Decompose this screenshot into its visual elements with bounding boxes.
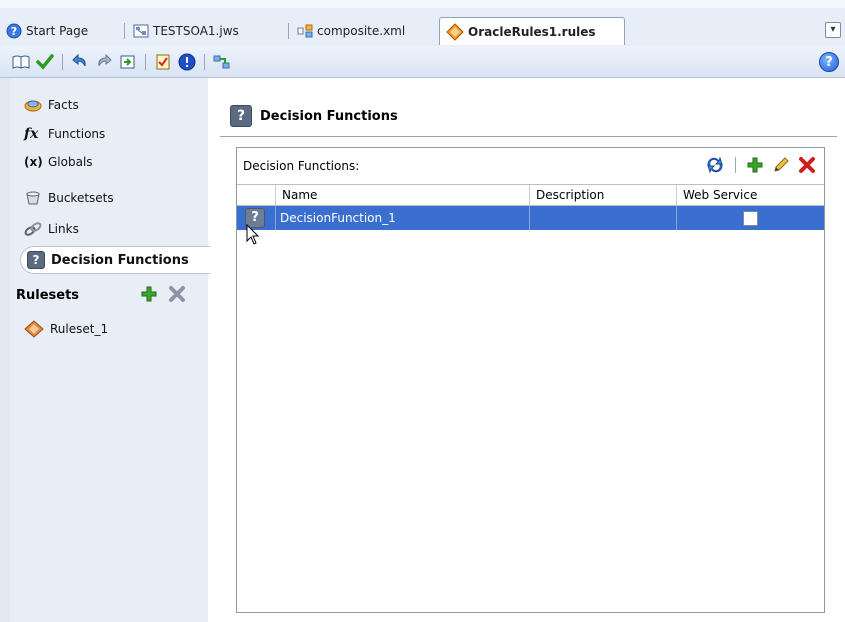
- decision-function-icon: ?: [27, 251, 45, 269]
- tab-label: Start Page: [26, 24, 89, 38]
- rules-diamond-icon: [446, 22, 464, 41]
- tab-oraclerules1-rules[interactable]: OracleRules1.rules: [439, 17, 625, 45]
- checklist-icon[interactable]: [154, 53, 172, 71]
- nav-item-globals[interactable]: (x) Globals: [24, 151, 93, 173]
- nav-item-facts[interactable]: Facts: [24, 94, 79, 116]
- facts-icon: [24, 100, 42, 112]
- ruleset-icon: [24, 320, 44, 338]
- book-icon[interactable]: [12, 53, 30, 71]
- generate-sdk-icon[interactable]: [213, 53, 231, 71]
- refresh-icon[interactable]: [705, 156, 725, 174]
- svg-text:?: ?: [11, 25, 17, 38]
- nav-item-links[interactable]: Links: [24, 218, 79, 240]
- nav-label: Ruleset_1: [50, 322, 109, 336]
- table-header: Name Description Web Service: [237, 184, 824, 206]
- toolbar-separator: [145, 53, 146, 70]
- add-ruleset-icon[interactable]: [140, 285, 158, 303]
- editor-tab-strip: ? Start Page TESTSOA1.jws composite.xml …: [0, 0, 845, 46]
- web-service-checkbox[interactable]: [743, 210, 758, 226]
- bucketsets-icon: [26, 191, 40, 205]
- tab-label: composite.xml: [317, 24, 406, 38]
- nav-item-functions[interactable]: fx Functions: [24, 123, 105, 145]
- tab-label: TESTSOA1.jws: [153, 24, 239, 38]
- tab-separator: [124, 23, 125, 39]
- page-title-row: ? Decision Functions: [230, 100, 398, 132]
- cell-web-service: [676, 206, 824, 230]
- toolbar-separator: [204, 53, 205, 70]
- links-icon: [24, 222, 42, 236]
- nav-label: Globals: [48, 155, 93, 169]
- help-circle-icon: ?: [6, 23, 22, 39]
- tab-testsoa1-jws[interactable]: TESTSOA1.jws: [124, 18, 239, 44]
- nav-item-bucketsets[interactable]: Bucketsets: [24, 187, 114, 209]
- import-icon[interactable]: [119, 53, 137, 71]
- panel-label: Decision Functions:: [243, 159, 360, 173]
- globals-icon: (x): [24, 155, 43, 169]
- tab-list-dropdown-button[interactable]: ▾: [825, 22, 841, 38]
- tab-strip-top-band: [0, 0, 845, 8]
- add-icon[interactable]: [746, 156, 764, 174]
- nav-label: Bucketsets: [48, 191, 114, 205]
- left-gutter: [0, 78, 10, 622]
- nav-label: Functions: [48, 127, 106, 141]
- panel-toolbar: [705, 156, 816, 174]
- rulesets-label: Rulesets: [16, 287, 80, 303]
- column-header-description[interactable]: Description: [529, 185, 676, 205]
- nav-item-ruleset-1[interactable]: Ruleset_1: [24, 318, 108, 340]
- composite-icon: [297, 24, 313, 38]
- toolbar-separator: [735, 157, 736, 173]
- cell-description[interactable]: [529, 206, 676, 230]
- redo-icon[interactable]: [95, 53, 113, 71]
- delete-icon[interactable]: [798, 156, 816, 174]
- tab-separator: [288, 23, 289, 39]
- nav-item-decision-functions[interactable]: ? Decision Functions: [20, 246, 210, 274]
- function-fx-icon: fx: [24, 126, 39, 142]
- table-row[interactable]: ? DecisionFunction_1: [237, 206, 824, 230]
- nav-label: Decision Functions: [51, 252, 189, 268]
- workspace-icon: [133, 24, 149, 38]
- tab-composite-xml[interactable]: composite.xml: [288, 18, 405, 44]
- mouse-pointer-icon: [246, 224, 260, 245]
- title-divider: [220, 136, 837, 137]
- validate-check-icon[interactable]: [36, 53, 54, 71]
- chevron-down-icon: ▾: [830, 24, 836, 35]
- toolbar-separator: [62, 53, 63, 70]
- decision-functions-panel: Decision Functions: Name Description Web…: [236, 147, 825, 613]
- rules-editor-toolbar: [0, 46, 845, 78]
- undo-icon[interactable]: [71, 53, 89, 71]
- column-header-icon: [237, 185, 275, 205]
- cell-name[interactable]: DecisionFunction_1: [275, 206, 529, 230]
- rulesets-header: Rulesets: [16, 283, 196, 307]
- page-title: Decision Functions: [260, 108, 398, 124]
- nav-label: Facts: [48, 98, 79, 112]
- column-header-web-service[interactable]: Web Service: [676, 185, 824, 205]
- decision-function-icon: ?: [230, 105, 252, 127]
- warning-info-icon[interactable]: [178, 53, 196, 71]
- column-header-name[interactable]: Name: [275, 185, 529, 205]
- edit-pencil-icon[interactable]: [772, 156, 790, 174]
- delete-ruleset-icon[interactable]: [168, 285, 186, 303]
- rules-navigator: Facts fx Functions (x) Globals Bucketset…: [10, 78, 210, 622]
- nav-label: Links: [48, 222, 79, 236]
- tab-start-page[interactable]: ? Start Page: [6, 18, 88, 44]
- tab-label: OracleRules1.rules: [468, 24, 596, 39]
- help-button[interactable]: ?: [819, 52, 839, 72]
